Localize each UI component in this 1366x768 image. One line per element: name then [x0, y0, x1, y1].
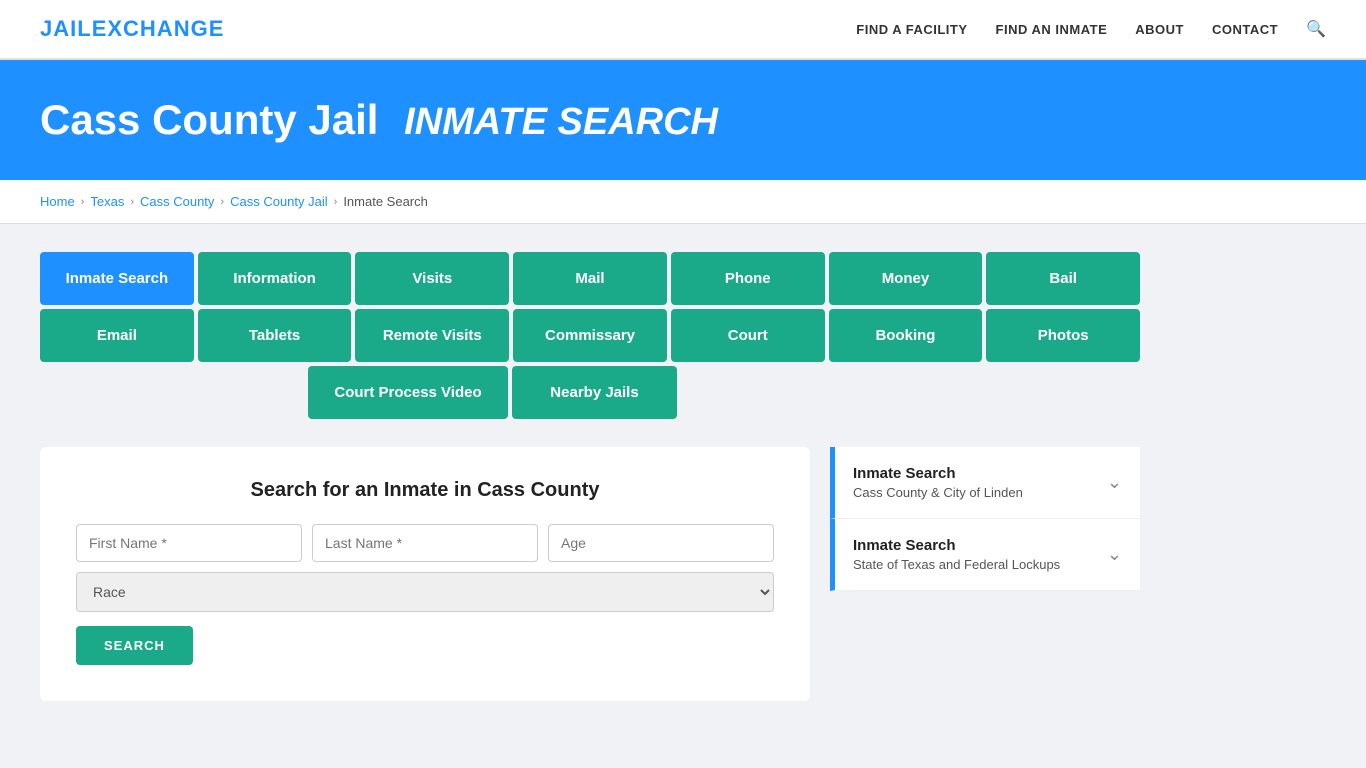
hero-title: Cass County Jail INMATE SEARCH	[40, 96, 1326, 144]
form-row-names: Race White Black Hispanic Asian Other	[76, 524, 774, 612]
nav-btn-row-1: Inmate Search Information Visits Mail Ph…	[40, 252, 1140, 305]
search-form-card: Search for an Inmate in Cass County Race…	[40, 447, 810, 701]
btn-phone[interactable]: Phone	[671, 252, 825, 305]
nav-find-facility[interactable]: FIND A FACILITY	[856, 22, 967, 37]
btn-commissary[interactable]: Commissary	[513, 309, 667, 362]
sidebar-card-2-subtitle: State of Texas and Federal Lockups	[853, 557, 1060, 572]
breadcrumb-home[interactable]: Home	[40, 194, 75, 209]
hero-banner: Cass County Jail INMATE SEARCH	[0, 60, 1366, 180]
breadcrumb-cass-county[interactable]: Cass County	[140, 194, 214, 209]
btn-booking[interactable]: Booking	[829, 309, 983, 362]
search-icon[interactable]: 🔍	[1306, 19, 1326, 39]
chevron-down-icon-1: ⌄	[1107, 472, 1122, 493]
breadcrumb-sep-3: ›	[220, 196, 224, 208]
breadcrumb-inmate-search: Inmate Search	[343, 194, 428, 209]
btn-information[interactable]: Information	[198, 252, 352, 305]
age-input[interactable]	[548, 524, 774, 562]
nav-find-inmate[interactable]: FIND AN INMATE	[996, 22, 1108, 37]
breadcrumb-sep-4: ›	[334, 196, 338, 208]
nav-btn-row-3: Court Process Video Nearby Jails	[40, 366, 677, 419]
breadcrumb-sep-1: ›	[81, 196, 85, 208]
sidebar-card-1-title: Inmate Search	[853, 465, 1023, 482]
sidebar-card-2-text: Inmate Search State of Texas and Federal…	[853, 537, 1060, 572]
btn-court-process-video[interactable]: Court Process Video	[308, 366, 508, 419]
last-name-input[interactable]	[312, 524, 538, 562]
hero-title-italic: INMATE SEARCH	[404, 101, 718, 143]
main-nav: FIND A FACILITY FIND AN INMATE ABOUT CON…	[856, 19, 1326, 39]
sidebar-card-1-text: Inmate Search Cass County & City of Lind…	[853, 465, 1023, 500]
content-area: Search for an Inmate in Cass County Race…	[40, 447, 1140, 701]
nav-about[interactable]: ABOUT	[1135, 22, 1184, 37]
breadcrumb-sep-2: ›	[130, 196, 134, 208]
logo-jail: JAIL	[40, 16, 92, 41]
sidebar-card-2-title: Inmate Search	[853, 537, 1060, 554]
sidebar: Inmate Search Cass County & City of Lind…	[830, 447, 1140, 701]
btn-mail[interactable]: Mail	[513, 252, 667, 305]
nav-btn-row-2: Email Tablets Remote Visits Commissary C…	[40, 309, 1140, 362]
sidebar-card-2[interactable]: Inmate Search State of Texas and Federal…	[830, 519, 1140, 591]
btn-nearby-jails[interactable]: Nearby Jails	[512, 366, 677, 419]
race-select[interactable]: Race White Black Hispanic Asian Other	[76, 572, 774, 612]
chevron-down-icon-2: ⌄	[1107, 544, 1122, 565]
sidebar-card-1[interactable]: Inmate Search Cass County & City of Lind…	[830, 447, 1140, 519]
logo[interactable]: JAILEXCHANGE	[40, 16, 224, 42]
btn-email[interactable]: Email	[40, 309, 194, 362]
search-form-title: Search for an Inmate in Cass County	[76, 479, 774, 502]
first-name-input[interactable]	[76, 524, 302, 562]
sidebar-card-1-subtitle: Cass County & City of Linden	[853, 485, 1023, 500]
btn-money[interactable]: Money	[829, 252, 983, 305]
btn-inmate-search[interactable]: Inmate Search	[40, 252, 194, 305]
btn-court[interactable]: Court	[671, 309, 825, 362]
btn-remote-visits[interactable]: Remote Visits	[355, 309, 509, 362]
header: JAILEXCHANGE FIND A FACILITY FIND AN INM…	[0, 0, 1366, 60]
breadcrumb-cass-county-jail[interactable]: Cass County Jail	[230, 194, 328, 209]
btn-visits[interactable]: Visits	[355, 252, 509, 305]
breadcrumb-texas[interactable]: Texas	[90, 194, 124, 209]
btn-tablets[interactable]: Tablets	[198, 309, 352, 362]
logo-exchange: EXCHANGE	[92, 16, 225, 41]
breadcrumb: Home › Texas › Cass County › Cass County…	[0, 180, 1366, 224]
nav-buttons-container: Inmate Search Information Visits Mail Ph…	[40, 252, 1140, 419]
search-button[interactable]: SEARCH	[76, 626, 193, 665]
nav-contact[interactable]: CONTACT	[1212, 22, 1278, 37]
hero-title-main: Cass County Jail	[40, 96, 378, 143]
btn-photos[interactable]: Photos	[986, 309, 1140, 362]
main-content: Inmate Search Information Visits Mail Ph…	[0, 224, 1366, 729]
btn-bail[interactable]: Bail	[986, 252, 1140, 305]
